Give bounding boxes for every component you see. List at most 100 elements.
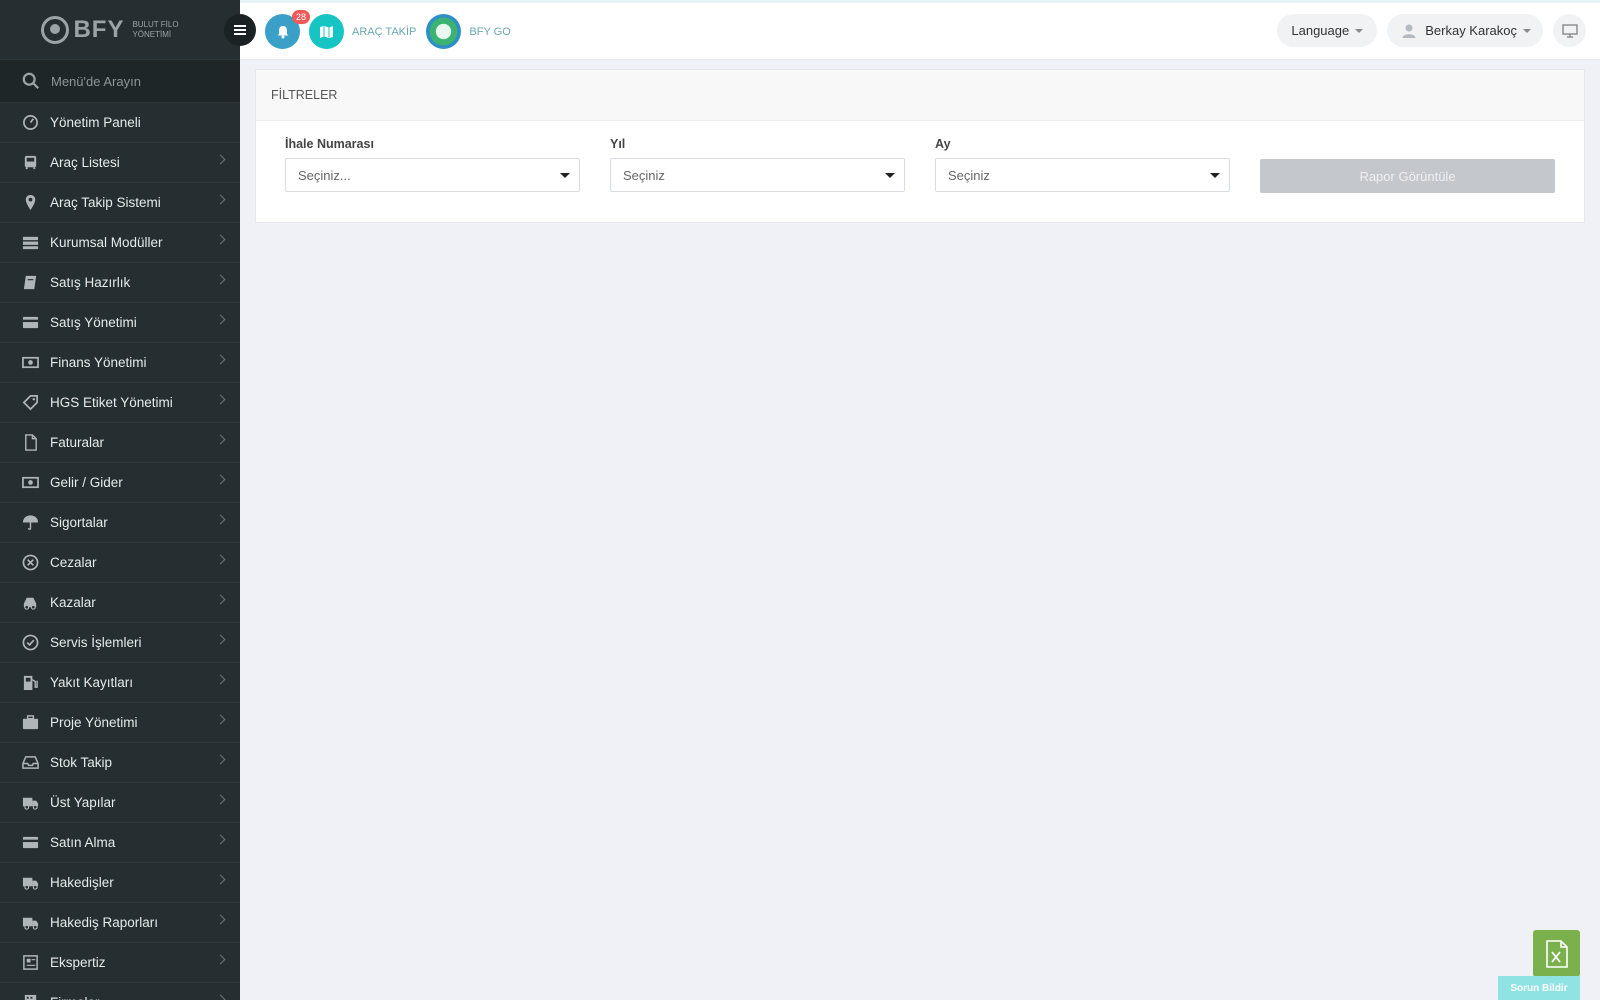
map-pin-icon <box>21 194 39 212</box>
rapor-goruntule-button[interactable]: Rapor Görüntüle <box>1260 159 1555 193</box>
yil-select[interactable]: Seçiniz <box>610 158 905 192</box>
chevron-right-icon <box>215 194 226 205</box>
sidebar-item-yonetim-paneli[interactable]: Yönetim Paneli <box>0 103 240 143</box>
server-icon <box>21 234 39 252</box>
truck-icon <box>21 794 39 812</box>
sidebar-item-satis-yonetimi[interactable]: Satış Yönetimi <box>0 303 240 343</box>
chevron-right-icon <box>215 554 226 565</box>
newspaper-icon <box>21 954 39 972</box>
sidebar-item-kazalar[interactable]: Kazalar <box>0 583 240 623</box>
chevron-right-icon <box>215 954 226 965</box>
sidebar-item-kurumsal-moduller[interactable]: Kurumsal Modüller <box>0 223 240 263</box>
sidebar-item-label: Hakedişler <box>50 875 114 890</box>
sidebar-item-label: Satış Hazırlık <box>50 275 131 290</box>
user-icon <box>1402 24 1416 38</box>
sidebar-item-faturalar[interactable]: Faturalar <box>0 423 240 463</box>
yil-field: Yıl Seçiniz <box>610 137 905 192</box>
user-menu-dropdown[interactable]: Berkay Karakoç <box>1387 14 1543 47</box>
sidebar-item-label: Hakediş Raporları <box>50 915 159 930</box>
chevron-right-icon <box>215 474 226 485</box>
fullscreen-button[interactable] <box>1553 14 1586 47</box>
sidebar-item-proje-yonetimi[interactable]: Proje Yönetimi <box>0 703 240 743</box>
chevron-right-icon <box>215 914 226 925</box>
bfy-go-link[interactable]: BFY GO <box>469 26 510 38</box>
money-icon <box>21 354 39 372</box>
sidebar-item-label: HGS Etiket Yönetimi <box>50 395 173 410</box>
ay-select-value: Seçiniz <box>948 167 990 183</box>
sorun-bildir-button[interactable]: Sorun Bildir <box>1498 976 1580 1000</box>
sidebar-item-label: Araç Takip Sistemi <box>50 195 161 210</box>
ihale-label: İhale Numarası <box>285 137 374 151</box>
sidebar-item-sigortalar[interactable]: Sigortalar <box>0 503 240 543</box>
car-crash-icon <box>21 594 39 612</box>
arac-takip-link[interactable]: ARAÇ TAKİP <box>352 26 416 38</box>
map-icon <box>320 25 333 38</box>
sidebar-item-label: Finans Yönetimi <box>50 355 147 370</box>
sidebar-item-yakit-kayitlari[interactable]: Yakıt Kayıtları <box>0 663 240 703</box>
sidebar-item-arac-takip-sistemi[interactable]: Araç Takip Sistemi <box>0 183 240 223</box>
chevron-right-icon <box>215 834 226 845</box>
chevron-right-icon <box>215 874 226 885</box>
file-icon <box>21 434 39 452</box>
arac-takip-button[interactable] <box>309 14 344 49</box>
dropdown-arrow-icon <box>560 173 570 178</box>
chevron-right-icon <box>215 314 226 325</box>
logo[interactable]: BFY BULUT FİLO YÖNETİMİ <box>0 0 240 59</box>
sidebar-item-arac-listesi[interactable]: Araç Listesi <box>0 143 240 183</box>
hamburger-icon <box>234 29 246 31</box>
sidebar-item-label: Kazalar <box>50 595 96 610</box>
chevron-right-icon <box>215 594 226 605</box>
sidebar-item-servis-islemleri[interactable]: Servis İşlemleri <box>0 623 240 663</box>
chevron-right-icon <box>215 234 226 245</box>
sidebar-toggle-button[interactable] <box>224 14 256 46</box>
sidebar-item-hakedisler[interactable]: Hakedişler <box>0 863 240 903</box>
chevron-right-icon <box>215 354 226 365</box>
bfy-go-logo-icon[interactable] <box>426 14 462 49</box>
excel-file-icon <box>1545 939 1568 968</box>
sidebar: BFY BULUT FİLO YÖNETİMİ Yönetim Paneli Ar… <box>0 0 240 1000</box>
tags-icon <box>21 394 39 412</box>
language-dropdown[interactable]: Language <box>1277 14 1378 47</box>
chevron-right-icon <box>215 434 226 445</box>
sidebar-item-ust-yapilar[interactable]: Üst Yapılar <box>0 783 240 823</box>
menu-search-input[interactable] <box>51 73 221 89</box>
bus-icon <box>21 154 39 172</box>
brand-name: BFY <box>73 15 125 43</box>
caret-down-icon <box>1523 28 1531 33</box>
sidebar-item-satis-hazirlik[interactable]: Satış Hazırlık <box>0 263 240 303</box>
sidebar-item-label: Satın Alma <box>50 835 116 850</box>
sidebar-item-label: Servis İşlemleri <box>50 635 142 650</box>
brand-subtitle: BULUT FİLO YÖNETİMİ <box>132 19 179 39</box>
bell-icon <box>277 25 288 38</box>
chevron-right-icon <box>215 674 226 685</box>
dashboard-icon <box>21 114 39 132</box>
sidebar-item-label: Ekspertiz <box>50 955 106 970</box>
sidebar-item-hgs-etiket-yonetimi[interactable]: HGS Etiket Yönetimi <box>0 383 240 423</box>
sidebar-item-stok-takip[interactable]: Stok Takip <box>0 743 240 783</box>
sidebar-item-label: Yakıt Kayıtları <box>50 675 134 690</box>
notification-count-badge: 28 <box>291 10 310 24</box>
sidebar-item-gelir-gider[interactable]: Gelir / Gider <box>0 463 240 503</box>
sidebar-item-hakedis-raporlari[interactable]: Hakediş Raporları <box>0 903 240 943</box>
user-name: Berkay Karakoç <box>1425 23 1517 38</box>
sidebar-item-cezalar[interactable]: Cezalar <box>0 543 240 583</box>
sidebar-item-firmalar[interactable]: Firmalar <box>0 983 240 1000</box>
notifications-button[interactable]: 28 <box>265 10 310 49</box>
sidebar-item-label: Sigortalar <box>50 515 108 530</box>
excel-export-button[interactable] <box>1533 930 1580 977</box>
truck-icon <box>21 914 39 932</box>
filters-panel: FİLTRELER İhale Numarası Seçiniz... Yıl … <box>255 69 1585 223</box>
logo-mark-icon <box>41 15 70 44</box>
sidebar-item-ekspertiz[interactable]: Ekspertiz <box>0 943 240 983</box>
caret-down-icon <box>1355 28 1364 33</box>
sidebar-item-satin-alma[interactable]: Satın Alma <box>0 823 240 863</box>
sidebar-item-label: Satış Yönetimi <box>50 315 137 330</box>
chevron-right-icon <box>215 514 226 525</box>
ihale-select[interactable]: Seçiniz... <box>285 158 580 192</box>
search-icon <box>22 72 39 89</box>
ay-select[interactable]: Seçiniz <box>935 158 1230 192</box>
sidebar-item-finans-yonetimi[interactable]: Finans Yönetimi <box>0 343 240 383</box>
filters-title: FİLTRELER <box>256 70 1584 121</box>
sidebar-menu: Yönetim Paneli Araç Listesi Araç Takip Sis… <box>0 103 240 1000</box>
times-circle-icon <box>21 554 39 572</box>
